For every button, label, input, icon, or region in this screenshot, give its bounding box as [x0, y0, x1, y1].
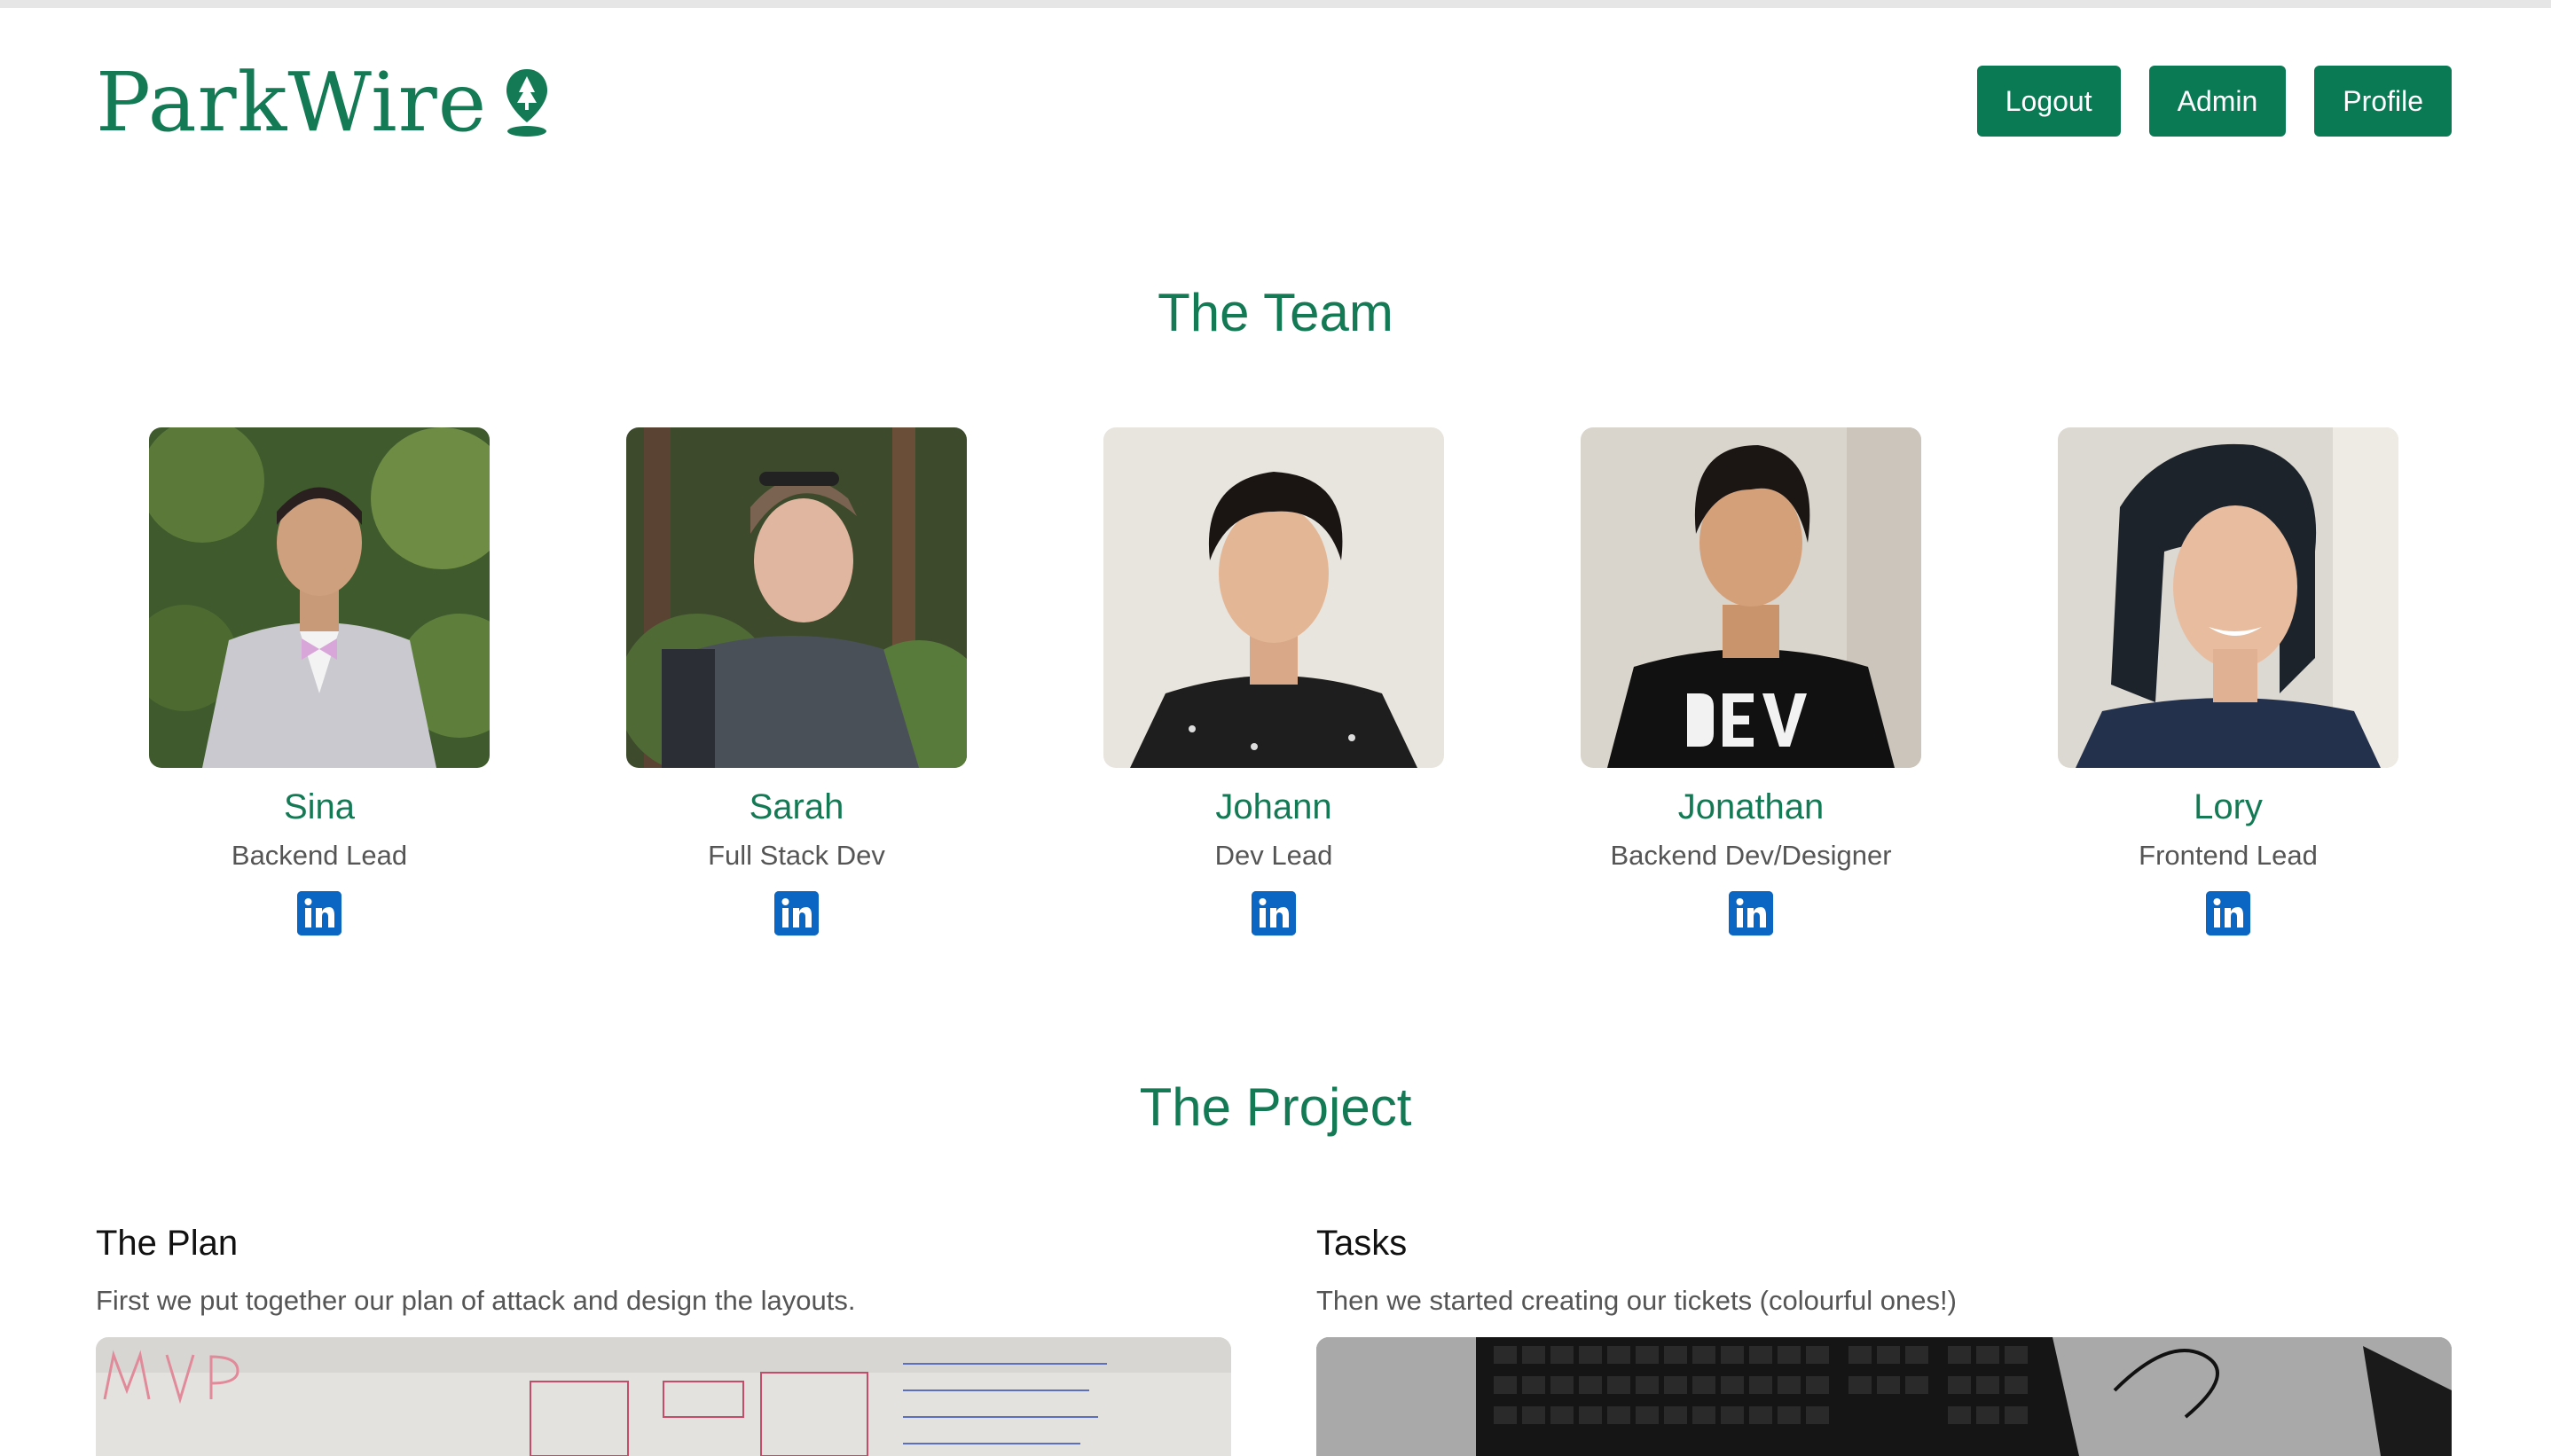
member-role: Frontend Lead: [2139, 840, 2318, 871]
team-member-card: Sarah Full Stack Dev: [626, 427, 967, 935]
member-name: Johann: [1215, 787, 1332, 826]
team-member-card: Jonathan Backend Dev/Designer: [1581, 427, 1921, 935]
header-nav: Logout Admin Profile: [1976, 66, 2452, 137]
admin-button[interactable]: Admin: [2148, 66, 2287, 137]
member-photo: [2058, 427, 2398, 768]
member-name: Jonathan: [1677, 787, 1825, 826]
member-role: Backend Dev/Designer: [1610, 840, 1892, 871]
member-role: Full Stack Dev: [708, 840, 885, 871]
member-photo: [626, 427, 967, 768]
member-role: Backend Lead: [231, 840, 408, 871]
member-photo: [1103, 427, 1444, 768]
linkedin-icon[interactable]: [774, 891, 819, 935]
member-photo: [1581, 427, 1921, 768]
logout-button[interactable]: Logout: [1976, 66, 2121, 137]
logo-text: ParkWire: [96, 55, 488, 150]
member-name: Sarah: [749, 787, 844, 826]
member-name: Lory: [2194, 787, 2263, 826]
project-item-description: Then we started creating our tickets (co…: [1316, 1285, 1957, 1316]
member-photo: [149, 427, 490, 768]
project-item-title: Tasks: [1316, 1224, 1408, 1263]
team-member-card: Sina Backend Lead: [149, 427, 490, 935]
project-item: The Plan First we put together our plan …: [96, 1224, 1231, 1317]
project-item-description: First we put together our plan of attack…: [96, 1285, 856, 1316]
team-member-card: Johann Dev Lead: [1103, 427, 1444, 935]
linkedin-icon[interactable]: [1252, 891, 1296, 935]
tree-pin-icon: [506, 68, 548, 137]
whiteboard-photo: [96, 1337, 1231, 1456]
keyboard-photo: [1316, 1337, 2452, 1456]
linkedin-icon[interactable]: [2206, 891, 2250, 935]
project-item-title: The Plan: [96, 1224, 239, 1263]
linkedin-icon[interactable]: [1729, 891, 1773, 935]
team-section-title: The Team: [1158, 283, 1393, 342]
member-name: Sina: [283, 787, 356, 826]
linkedin-icon[interactable]: [297, 891, 341, 935]
profile-button[interactable]: Profile: [2314, 66, 2452, 137]
page: ParkWire Logout Admin Profile The Team S…: [0, 0, 2551, 1456]
logo[interactable]: ParkWire: [96, 55, 551, 150]
project-section-title: The Project: [1139, 1077, 1412, 1137]
project-item: Tasks Then we started creating our ticke…: [1316, 1224, 2452, 1317]
browser-top-border: [0, 0, 2551, 8]
member-role: Dev Lead: [1214, 840, 1333, 871]
team-member-card: Lory Frontend Lead: [2058, 427, 2398, 935]
